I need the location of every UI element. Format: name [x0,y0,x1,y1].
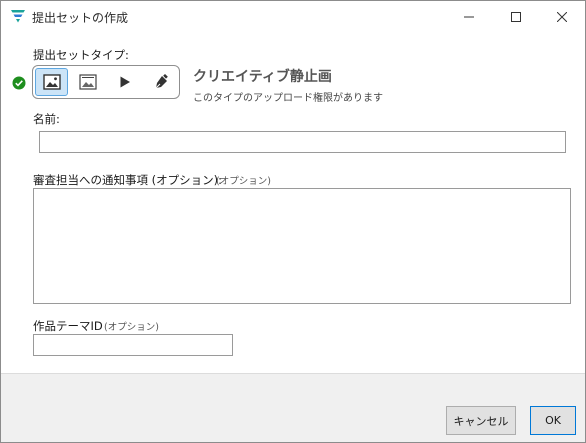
notes-textarea[interactable] [33,188,571,304]
minimize-icon [464,16,474,17]
play-icon [120,76,130,88]
pen-icon [155,74,168,89]
submission-type-selector [32,65,180,99]
dialog-footer: キャンセル OK [1,373,585,442]
ok-button[interactable]: OK [530,406,576,435]
maximize-button[interactable] [493,1,539,32]
title-bar[interactable]: 提出セットの作成 [1,1,585,32]
maximize-icon [511,11,521,22]
cancel-button[interactable]: キャンセル [446,406,516,435]
name-label: 名前: [33,112,60,126]
theme-id-input[interactable] [33,334,233,356]
close-icon [557,11,567,22]
app-logo-icon [11,10,25,23]
type-illustration-button[interactable] [144,68,177,96]
type-video-button[interactable] [108,68,141,96]
dialog-window: 提出セットの作成 提出セットタイプ: クリエイティブ静止画 このタイプのアップロ… [0,0,586,443]
notes-optional-tag: (オプション) [216,176,271,187]
notes-label: 審査担当への通知事項 (オプション): [33,173,223,187]
minimize-button[interactable] [446,1,492,32]
theme-optional-tag: (オプション) [104,322,159,333]
document-image-icon [78,74,97,90]
submission-type-label: 提出セットタイプ: [33,48,129,62]
window-title: 提出セットの作成 [32,11,129,25]
type-editorial-image-button[interactable] [71,68,104,96]
selected-type-title: クリエイティブ静止画 [193,69,332,85]
image-icon [42,74,61,90]
close-button[interactable] [539,1,585,32]
selected-type-description: このタイプのアップロード権限があります [193,93,383,104]
check-circle-icon [12,76,26,90]
name-input[interactable] [39,131,566,153]
type-still-image-button[interactable] [35,68,68,96]
theme-id-label: 作品テーマID [33,319,103,333]
